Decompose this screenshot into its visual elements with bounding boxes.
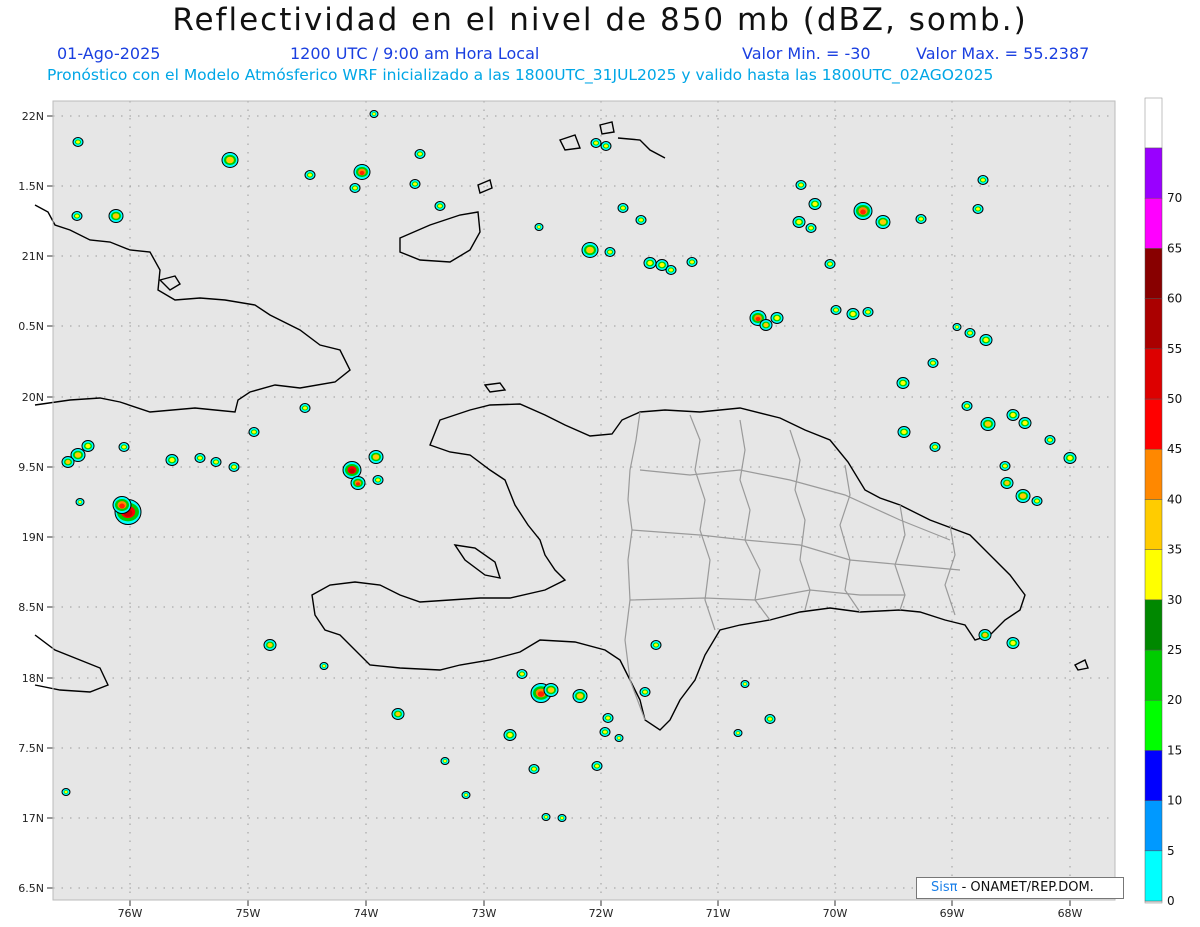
colorbar-segment (1144, 549, 1163, 601)
colorbar-segment (1144, 649, 1163, 701)
colorbar-label: 5 (1167, 844, 1175, 858)
lat-tick-label: 6.5N (18, 882, 44, 895)
lon-tick-label: 71W (706, 907, 731, 920)
colorbar-label: 0 (1167, 894, 1175, 908)
colorbar-segment (1144, 147, 1163, 199)
colorbar-label: 30 (1167, 593, 1182, 607)
lat-tick-label: 21N (22, 250, 44, 263)
colorbar-segment (1144, 448, 1163, 500)
lon-tick-label: 74W (354, 907, 379, 920)
colorbar-segment (1144, 298, 1163, 350)
lat-tick-label: 8.5N (18, 601, 44, 614)
colorbar: 0 5 10 15 20 25 30 35 40 45 50 55 60 65 70 (1144, 97, 1182, 908)
colorbar-segment (1144, 750, 1163, 801)
colorbar-label: 40 (1167, 492, 1182, 506)
colorbar-segment (1144, 248, 1163, 299)
lon-tick-label: 69W (940, 907, 965, 920)
colorbar-label: 25 (1167, 643, 1182, 657)
sis-logo-text: Sisπ (931, 880, 958, 895)
lon-tick-label: 75W (236, 907, 261, 920)
colorbar-label: 65 (1167, 241, 1182, 255)
credit-box: Sisπ - ONAMET/REP.DOM. (916, 877, 1124, 899)
colorbar-label: 15 (1167, 743, 1182, 757)
reflectivity-map: 22N 1.5N 21N 0.5N 20N 9.5N 19N 8.5N 18N 7.5N 17N 6.… (18, 97, 1182, 920)
colorbar-segment (1144, 699, 1163, 751)
colorbar-label: 20 (1167, 693, 1182, 707)
colorbar-segment (1144, 499, 1163, 550)
colorbar-segment (1144, 348, 1163, 400)
lon-tick-label: 73W (472, 907, 497, 920)
lat-tick-label: 1.5N (18, 180, 44, 193)
colorbar-label: 10 (1167, 794, 1182, 808)
colorbar-label: 45 (1167, 442, 1182, 456)
lat-tick-label: 20N (22, 391, 44, 404)
lat-tick-label: 19N (22, 531, 44, 544)
lat-tick-label: 22N (22, 110, 44, 123)
colorbar-label: 50 (1167, 392, 1182, 406)
lat-tick-label: 17N (22, 812, 44, 825)
colorbar-label: 60 (1167, 292, 1182, 306)
lon-tick-label: 76W (118, 907, 143, 920)
colorbar-segment (1144, 850, 1163, 902)
colorbar-segment (1144, 800, 1163, 852)
lat-tick-label: 18N (22, 672, 44, 685)
colorbar-label: 70 (1167, 191, 1182, 205)
lat-tick-label: 0.5N (18, 320, 44, 333)
lon-tick-label: 72W (589, 907, 614, 920)
lat-tick-label: 9.5N (18, 461, 44, 474)
lat-tick-label: 7.5N (18, 742, 44, 755)
lon-tick-label: 68W (1058, 907, 1083, 920)
colorbar-segment (1144, 599, 1163, 651)
colorbar-segment (1144, 197, 1163, 249)
colorbar-label: 55 (1167, 342, 1182, 356)
colorbar-label: 35 (1167, 543, 1182, 557)
colorbar-segment (1144, 398, 1163, 450)
lon-tick-label: 70W (823, 907, 848, 920)
credit-org: - ONAMET/REP.DOM. (961, 880, 1094, 895)
map-background (53, 101, 1115, 900)
